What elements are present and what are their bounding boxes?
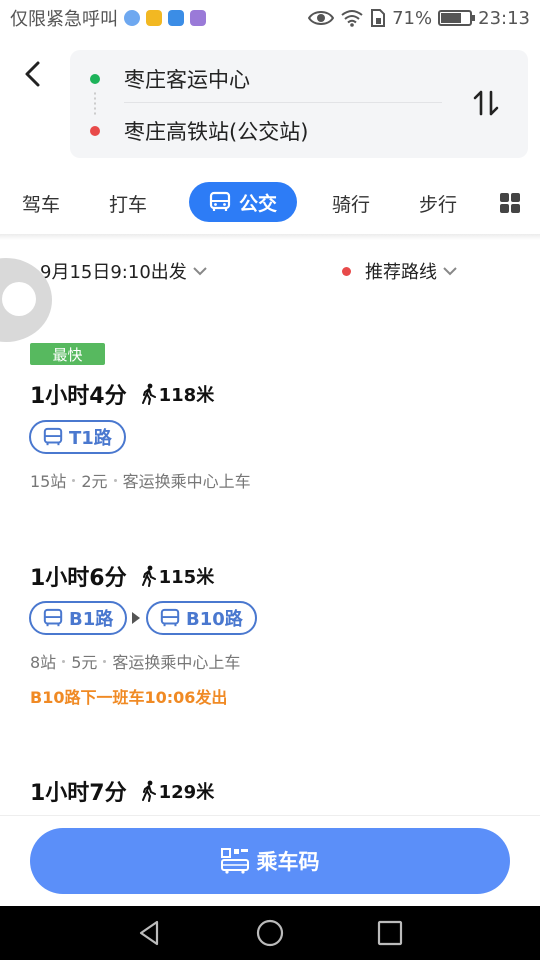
bus-line-chip: T1路 bbox=[29, 420, 126, 454]
screen: 仅限紧急呼叫 71% 23:13 枣庄客运中心 枣庄高铁站(公交站) 驾车 打车… bbox=[0, 0, 540, 960]
sim-icon bbox=[371, 9, 386, 27]
ride-code-icon bbox=[220, 848, 249, 874]
bus-icon bbox=[209, 191, 231, 211]
walk-distance-text: 129米 bbox=[158, 782, 215, 803]
app-notification-icon bbox=[124, 10, 140, 26]
more-grid-icon[interactable] bbox=[499, 192, 521, 214]
back-triangle-icon[interactable] bbox=[135, 918, 165, 948]
route-strategy-filter[interactable]: 推荐路线 bbox=[342, 258, 457, 284]
bus-line-name: B10路 bbox=[186, 609, 243, 630]
stop-count: 8站 bbox=[30, 653, 57, 672]
tab-taxi[interactable]: 打车 bbox=[109, 190, 147, 217]
bus-line-name: B1路 bbox=[69, 609, 114, 630]
tab-cycle[interactable]: 骑行 bbox=[332, 190, 370, 217]
route-connector bbox=[94, 91, 96, 115]
bus-line-name: T1路 bbox=[69, 428, 112, 449]
wifi-icon bbox=[341, 10, 363, 27]
walking-person-icon bbox=[141, 383, 156, 405]
tab-walk[interactable]: 步行 bbox=[419, 190, 457, 217]
route-meta: 8站 5元 客运换乘中心上车 bbox=[30, 649, 240, 673]
tab-bus-label: 公交 bbox=[238, 192, 277, 215]
home-circle-icon[interactable] bbox=[255, 918, 285, 948]
next-bus-notice: B10路下一班车10:06发出 bbox=[30, 688, 228, 707]
route-summary: 1小时6分 115米 bbox=[30, 560, 214, 592]
origin-dot bbox=[90, 74, 100, 84]
route-duration: 1小时7分 bbox=[30, 781, 127, 806]
meta-separator bbox=[62, 659, 66, 663]
destination-field[interactable]: 枣庄高铁站(公交站) bbox=[90, 116, 308, 146]
meta-separator bbox=[103, 659, 107, 663]
back-arrow-icon[interactable] bbox=[18, 58, 50, 90]
bus-line-chip: B1路 bbox=[29, 601, 128, 635]
battery-percent: 71% bbox=[392, 7, 433, 29]
walk-distance-text: 118米 bbox=[158, 385, 215, 406]
app-notification-icon bbox=[168, 10, 184, 26]
destination-text: 枣庄高铁站(公交站) bbox=[124, 120, 309, 144]
fare: 5元 bbox=[71, 653, 98, 672]
walking-person-icon bbox=[141, 565, 156, 587]
swap-direction-icon[interactable] bbox=[472, 88, 500, 118]
walk-distance: 118米 bbox=[141, 381, 215, 407]
battery-icon bbox=[438, 10, 476, 26]
chevron-down-icon bbox=[193, 267, 207, 276]
ride-code-button[interactable]: 乘车码 bbox=[30, 828, 510, 894]
route-input-panel: 枣庄客运中心 枣庄高铁站(公交站) bbox=[70, 50, 528, 158]
route-meta: 15站 2元 客运换乘中心上车 bbox=[30, 468, 251, 492]
walking-person-icon bbox=[141, 780, 156, 802]
system-navigation-bar bbox=[0, 906, 540, 960]
bus-icon bbox=[43, 427, 63, 446]
bus-line-chip: B10路 bbox=[146, 601, 257, 635]
departure-time-filter[interactable]: 9月15日9:10出发 bbox=[40, 258, 207, 284]
stop-count: 15站 bbox=[30, 472, 67, 491]
route-strategy-text: 推荐路线 bbox=[365, 262, 437, 283]
status-bar: 仅限紧急呼叫 71% 23:13 bbox=[0, 0, 540, 36]
chevron-down-icon bbox=[443, 267, 457, 276]
tab-drive[interactable]: 驾车 bbox=[22, 190, 60, 217]
origin-field[interactable]: 枣庄客运中心 bbox=[90, 64, 250, 94]
battery-level bbox=[441, 13, 461, 23]
recents-square-icon[interactable] bbox=[375, 918, 405, 948]
origin-text: 枣庄客运中心 bbox=[124, 68, 250, 92]
boarding-stop: 客运换乘中心上车 bbox=[122, 472, 251, 491]
walk-distance: 129米 bbox=[141, 778, 215, 804]
app-notification-icon bbox=[146, 10, 162, 26]
strategy-dot bbox=[342, 266, 351, 276]
boarding-stop: 客运换乘中心上车 bbox=[112, 653, 241, 672]
route-summary: 1小时7分 129米 bbox=[30, 775, 214, 807]
tab-bus[interactable]: 公交 bbox=[189, 182, 297, 222]
transfer-arrow-icon bbox=[132, 612, 140, 624]
route-duration: 1小时6分 bbox=[30, 566, 127, 591]
meta-separator bbox=[72, 478, 76, 482]
walk-distance-text: 115米 bbox=[158, 567, 215, 588]
floating-button-center bbox=[2, 282, 36, 316]
bus-icon bbox=[43, 608, 63, 627]
emergency-call-text: 仅限紧急呼叫 bbox=[10, 9, 118, 30]
eye-icon bbox=[308, 11, 335, 25]
route-duration: 1小时4分 bbox=[30, 384, 127, 409]
route-divider bbox=[124, 102, 442, 103]
walk-distance: 115米 bbox=[141, 563, 215, 589]
destination-dot bbox=[90, 126, 100, 136]
bus-icon bbox=[160, 608, 180, 627]
route-summary: 1小时4分 118米 bbox=[30, 378, 214, 410]
fastest-badge: 最快 bbox=[30, 343, 105, 365]
clock: 23:13 bbox=[478, 7, 530, 29]
ride-code-label: 乘车码 bbox=[256, 850, 320, 874]
departure-time-text: 9月15日9:10出发 bbox=[40, 262, 187, 283]
tabs-shadow bbox=[0, 234, 540, 240]
meta-separator bbox=[113, 478, 117, 482]
app-notification-icon bbox=[190, 10, 206, 26]
fare: 2元 bbox=[81, 472, 108, 491]
